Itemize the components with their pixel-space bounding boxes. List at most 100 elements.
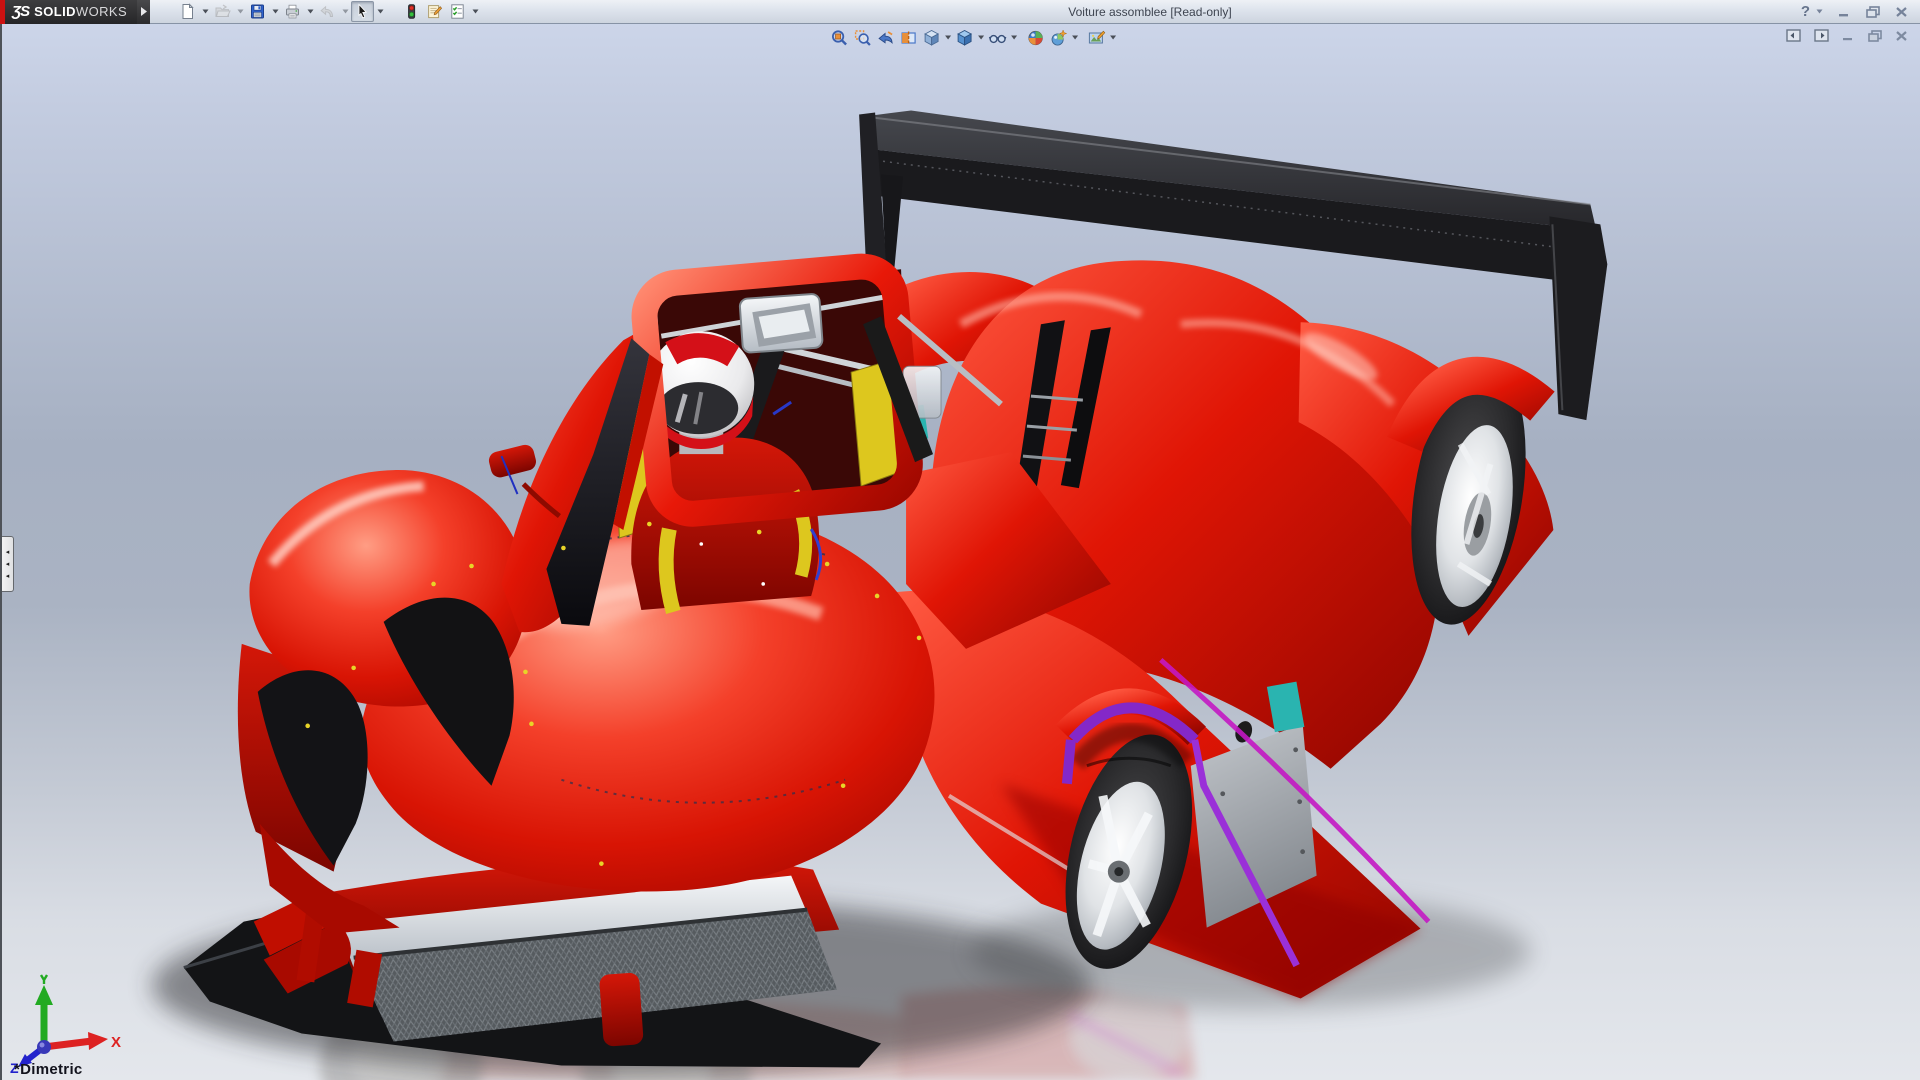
pane-right-icon	[1814, 29, 1829, 42]
restore-icon	[1866, 6, 1880, 18]
traffic-light-button[interactable]	[400, 1, 423, 22]
save-dropdown[interactable]	[269, 1, 281, 22]
new-document-dropdown[interactable]	[199, 1, 211, 22]
display-style-cube-icon	[955, 29, 973, 47]
checklist-button[interactable]	[446, 1, 469, 22]
section-view-icon	[899, 29, 917, 47]
solidworks-logo-glyph: ƷS	[12, 3, 29, 20]
intake-box	[739, 294, 822, 353]
right-arrow-icon	[141, 7, 147, 16]
caret-down-icon	[307, 9, 314, 14]
collapse-arrow-icon: ◂	[6, 561, 10, 568]
model-canvas[interactable]	[2, 24, 1920, 1080]
select-tool-button[interactable]	[351, 1, 374, 22]
print-dropdown[interactable]	[304, 1, 316, 22]
triad-x-label: X	[111, 1034, 121, 1051]
caret-down-icon	[944, 35, 951, 40]
zoom-to-fit-button[interactable]	[828, 27, 851, 48]
caret-down-icon	[342, 9, 349, 14]
checklist-icon	[449, 3, 466, 20]
undo-button[interactable]	[316, 1, 339, 22]
solidworks-logo: ƷS SOLIDWORKS	[5, 0, 137, 24]
harness-strap-left	[666, 529, 673, 612]
help-dropdown[interactable]	[1816, 9, 1823, 14]
view-settings-button[interactable]	[1047, 27, 1070, 48]
new-document-button[interactable]	[176, 1, 199, 22]
caret-down-icon	[1109, 35, 1116, 40]
scene-globe-icon	[1026, 29, 1044, 47]
minimize-icon	[1838, 6, 1851, 17]
caret-down-icon	[472, 9, 479, 14]
section-view-button[interactable]	[897, 27, 920, 48]
zoom-to-area-button[interactable]	[851, 27, 874, 48]
collapse-arrow-icon: ◂	[6, 573, 10, 580]
undo-dropdown[interactable]	[339, 1, 351, 22]
graphics-viewport[interactable]: ◂ ◂ ◂ X Z *Dimetric	[0, 24, 1920, 1080]
save-floppy-icon	[249, 3, 266, 20]
caret-down-icon	[1071, 35, 1078, 40]
edit-scene-button[interactable]	[1085, 27, 1108, 48]
document-close-button[interactable]	[1895, 30, 1908, 42]
minimize-icon	[1842, 30, 1855, 41]
toolbar-expander-button[interactable]	[137, 0, 150, 24]
note-edit-icon	[426, 3, 443, 20]
pane-left-icon	[1786, 29, 1801, 42]
help-button[interactable]: ?	[1801, 3, 1810, 20]
minimize-button[interactable]	[1838, 6, 1851, 17]
restore-button[interactable]	[1866, 6, 1880, 18]
caret-down-icon	[237, 9, 244, 14]
new-document-icon	[179, 3, 196, 20]
view-orientation-label: *Dimetric	[14, 1061, 83, 1078]
open-folder-icon	[214, 3, 231, 20]
feature-manager-collapsed-tab[interactable]: ◂ ◂ ◂	[2, 536, 14, 592]
document-minimize-button[interactable]	[1842, 30, 1855, 41]
select-cursor-icon	[354, 3, 371, 20]
restore-icon	[1868, 30, 1882, 42]
window-controls: ?	[1801, 3, 1920, 20]
eyeglasses-icon	[988, 29, 1006, 47]
open-document-button[interactable]	[211, 1, 234, 22]
triad-y-label	[41, 975, 47, 984]
select-tool-dropdown[interactable]	[374, 1, 386, 22]
caret-down-icon	[272, 9, 279, 14]
view-orientation-button[interactable]	[920, 27, 943, 48]
open-document-dropdown[interactable]	[234, 1, 246, 22]
window-title: Voiture assomblee [Read-only]	[380, 0, 1920, 24]
hide-show-items-dropdown[interactable]	[1009, 27, 1019, 48]
grille-pylon	[599, 972, 644, 1047]
view-settings-sphere-icon	[1049, 29, 1067, 47]
hide-show-items-button[interactable]	[986, 27, 1009, 48]
document-restore-button[interactable]	[1868, 30, 1882, 42]
caret-down-icon	[202, 9, 209, 14]
traffic-light-icon	[403, 3, 420, 20]
printer-icon	[284, 3, 301, 20]
zoom-to-fit-icon	[830, 29, 848, 47]
print-button[interactable]	[281, 1, 304, 22]
save-button[interactable]	[246, 1, 269, 22]
view-orientation-cube-icon	[922, 29, 940, 47]
edit-scene-dropdown[interactable]	[1108, 27, 1118, 48]
close-icon	[1895, 30, 1908, 42]
checklist-dropdown[interactable]	[469, 1, 481, 22]
collapse-arrow-icon: ◂	[6, 549, 10, 556]
display-style-dropdown[interactable]	[976, 27, 986, 48]
pane-left-toggle-button[interactable]	[1786, 29, 1801, 42]
caret-down-icon	[1816, 9, 1823, 14]
pane-right-toggle-button[interactable]	[1814, 29, 1829, 42]
document-window-controls	[1786, 29, 1908, 42]
previous-view-button[interactable]	[874, 27, 897, 48]
caret-down-icon	[1010, 35, 1017, 40]
display-style-button[interactable]	[953, 27, 976, 48]
apply-scene-button[interactable]	[1024, 27, 1047, 48]
close-button[interactable]	[1895, 6, 1908, 18]
reference-triad[interactable]: X Z	[8, 969, 138, 1074]
caret-down-icon	[377, 9, 384, 14]
view-settings-dropdown[interactable]	[1070, 27, 1080, 48]
edit-scene-icon	[1087, 29, 1105, 47]
caret-down-icon	[977, 35, 984, 40]
view-orientation-dropdown[interactable]	[943, 27, 953, 48]
note-edit-button[interactable]	[423, 1, 446, 22]
undo-arrow-icon	[319, 3, 336, 20]
standard-toolbar	[176, 1, 481, 22]
headsup-view-toolbar	[828, 27, 1118, 48]
